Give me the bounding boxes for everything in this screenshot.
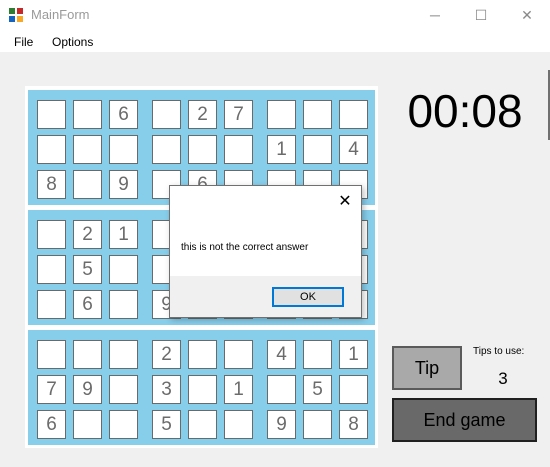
cell-r1-c3[interactable]: 6 bbox=[109, 100, 138, 129]
cell-r2-c7[interactable]: 1 bbox=[267, 135, 296, 164]
dialog-close-icon[interactable]: ✕ bbox=[335, 191, 355, 211]
cell-r2-c5[interactable] bbox=[188, 135, 217, 164]
menu-options[interactable]: Options bbox=[52, 35, 93, 49]
cell-r1-c9[interactable] bbox=[339, 100, 368, 129]
tips-remaining-label: Tips to use: bbox=[473, 346, 525, 357]
cell-r3-c2[interactable] bbox=[73, 170, 102, 199]
cell-r5-c3[interactable] bbox=[109, 255, 138, 284]
cell-r1-c5[interactable]: 2 bbox=[188, 100, 217, 129]
cell-r1-c8[interactable] bbox=[303, 100, 332, 129]
cell-r1-c2[interactable] bbox=[73, 100, 102, 129]
cell-r1-c4[interactable] bbox=[152, 100, 181, 129]
cell-r7-c8[interactable] bbox=[303, 340, 332, 369]
cell-r1-c7[interactable] bbox=[267, 100, 296, 129]
cell-r8-c8[interactable]: 5 bbox=[303, 375, 332, 404]
cell-r4-c1[interactable] bbox=[37, 220, 66, 249]
cell-r2-c1[interactable] bbox=[37, 135, 66, 164]
cell-r8-c3[interactable] bbox=[109, 375, 138, 404]
cell-r7-c9[interactable]: 1 bbox=[339, 340, 368, 369]
menu-bar: File Options bbox=[0, 30, 550, 52]
cell-r8-c9[interactable] bbox=[339, 375, 368, 404]
cell-r5-c1[interactable] bbox=[37, 255, 66, 284]
title-bar: MainForm ─ ☐ ✕ bbox=[0, 0, 550, 30]
cell-r9-c8[interactable] bbox=[303, 410, 332, 439]
cell-r2-c6[interactable] bbox=[224, 135, 253, 164]
cell-r7-c2[interactable] bbox=[73, 340, 102, 369]
cell-r2-c9[interactable]: 4 bbox=[339, 135, 368, 164]
maximize-button[interactable]: ☐ bbox=[458, 0, 504, 30]
board-block-row-3: 241793156598 bbox=[28, 330, 375, 445]
dialog-footer: OK bbox=[170, 276, 361, 317]
cell-r6-c3[interactable] bbox=[109, 290, 138, 319]
end-game-button[interactable]: End game bbox=[392, 398, 537, 442]
dialog-ok-button[interactable]: OK bbox=[272, 287, 344, 307]
cell-r4-c3[interactable]: 1 bbox=[109, 220, 138, 249]
cell-r9-c6[interactable] bbox=[224, 410, 253, 439]
cell-r2-c8[interactable] bbox=[303, 135, 332, 164]
close-button[interactable]: ✕ bbox=[504, 0, 550, 30]
cell-r7-c7[interactable]: 4 bbox=[267, 340, 296, 369]
cell-r7-c1[interactable] bbox=[37, 340, 66, 369]
cell-r8-c6[interactable]: 1 bbox=[224, 375, 253, 404]
cell-r9-c9[interactable]: 8 bbox=[339, 410, 368, 439]
tip-button[interactable]: Tip bbox=[392, 346, 462, 390]
cell-r9-c7[interactable]: 9 bbox=[267, 410, 296, 439]
cell-r7-c4[interactable]: 2 bbox=[152, 340, 181, 369]
cell-r7-c3[interactable] bbox=[109, 340, 138, 369]
timer-display: 00:08 bbox=[407, 85, 523, 137]
cell-r8-c7[interactable] bbox=[267, 375, 296, 404]
cell-r1-c6[interactable]: 7 bbox=[224, 100, 253, 129]
cell-r9-c4[interactable]: 5 bbox=[152, 410, 181, 439]
minimize-button[interactable]: ─ bbox=[412, 0, 458, 30]
cell-r2-c4[interactable] bbox=[152, 135, 181, 164]
cell-r8-c4[interactable]: 3 bbox=[152, 375, 181, 404]
cell-r9-c2[interactable] bbox=[73, 410, 102, 439]
dialog-message: this is not the correct answer bbox=[181, 242, 309, 253]
tips-remaining-count: 3 bbox=[498, 369, 508, 388]
cell-r9-c5[interactable] bbox=[188, 410, 217, 439]
cell-r3-c3[interactable]: 9 bbox=[109, 170, 138, 199]
cell-r6-c2[interactable]: 6 bbox=[73, 290, 102, 319]
cell-r7-c6[interactable] bbox=[224, 340, 253, 369]
message-dialog: ✕ this is not the correct answer OK bbox=[169, 185, 362, 318]
cell-r8-c5[interactable] bbox=[188, 375, 217, 404]
cell-r9-c1[interactable]: 6 bbox=[37, 410, 66, 439]
cell-r3-c1[interactable]: 8 bbox=[37, 170, 66, 199]
menu-file[interactable]: File bbox=[14, 35, 33, 49]
cell-r9-c3[interactable] bbox=[109, 410, 138, 439]
cell-r8-c2[interactable]: 9 bbox=[73, 375, 102, 404]
app-icon bbox=[9, 8, 23, 22]
cell-r4-c2[interactable]: 2 bbox=[73, 220, 102, 249]
cell-r8-c1[interactable]: 7 bbox=[37, 375, 66, 404]
cell-r6-c1[interactable] bbox=[37, 290, 66, 319]
cell-r7-c5[interactable] bbox=[188, 340, 217, 369]
cell-r5-c2[interactable]: 5 bbox=[73, 255, 102, 284]
cell-r2-c2[interactable] bbox=[73, 135, 102, 164]
cell-r2-c3[interactable] bbox=[109, 135, 138, 164]
cell-r1-c1[interactable] bbox=[37, 100, 66, 129]
window-title: MainForm bbox=[31, 7, 90, 22]
